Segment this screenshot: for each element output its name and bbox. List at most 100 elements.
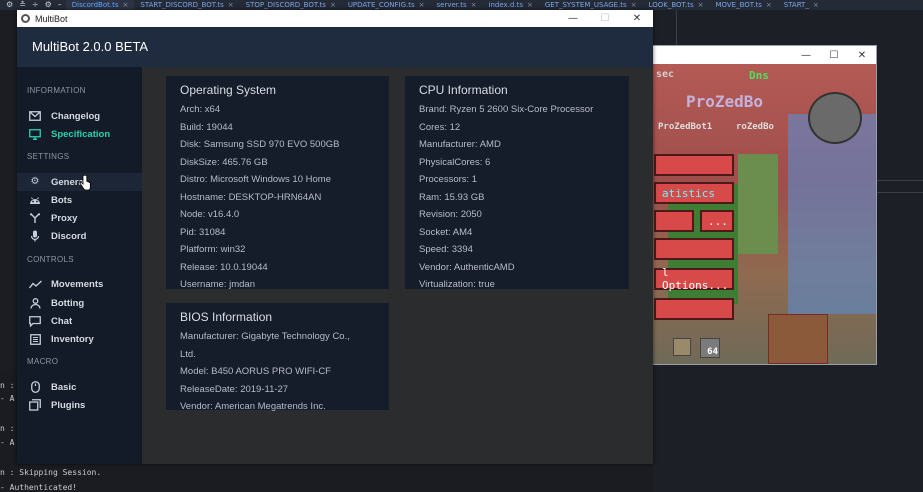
editor-tab[interactable]: UPDATE_CONFIG.ts ×	[342, 0, 431, 10]
sidebar-item-bots[interactable]: Bots	[17, 191, 142, 209]
sidebar-item-label: Inventory	[51, 333, 94, 345]
sidebar-item-label: Discord	[51, 230, 87, 242]
editor-tab-label: LOOK_BOT.ts	[648, 1, 694, 9]
editor-tab[interactable]: LOOK_BOT.ts ×	[643, 0, 710, 10]
sidebar-item-changelog[interactable]: Changelog	[17, 107, 142, 125]
close-icon[interactable]: ×	[698, 0, 704, 10]
chart-line-icon	[28, 278, 42, 290]
list-icon	[28, 333, 42, 345]
info-row: Release: 10.0.19044	[180, 261, 268, 273]
editor-tab[interactable]: index.d.ts ×	[483, 0, 539, 10]
terminal-line: - A	[0, 438, 15, 447]
editor-tab[interactable]: START_ ×	[778, 0, 825, 10]
align-icon[interactable]: ≛	[19, 0, 26, 10]
user-icon	[28, 297, 42, 309]
minecraft-game-view[interactable]: sec Dns ProZedBo ProZedBot1 roZedBo atis…	[618, 64, 876, 364]
maximize-icon[interactable]: ☐	[820, 50, 848, 61]
editor-tab[interactable]: STOP_DISCORD_BOT.ts ×	[240, 0, 342, 10]
editor-tab[interactable]: GET_SYSTEM_USAGE.ts ×	[539, 0, 643, 10]
app-header: MultiBot 2.0.0 BETA	[17, 27, 653, 67]
cpu-card: CPU Information Brand: Ryzen 5 2600 Six-…	[405, 76, 629, 290]
sidebar-item-label: Changelog	[51, 110, 101, 122]
terminal-line: - A	[0, 394, 15, 403]
editor-tab[interactable]: MOVE_BOT.ts ×	[709, 0, 777, 10]
card-title: BIOS Information	[180, 310, 273, 324]
sidebar-item-botting[interactable]: Botting	[17, 294, 142, 312]
sidebar-section-settings: SETTINGS	[27, 152, 70, 161]
sidebar-section-information: INFORMATION	[27, 86, 86, 95]
minimize-icon[interactable]: —	[557, 10, 589, 27]
options-label: l Options...	[662, 266, 729, 292]
multibot-window: MultiBot — ☐ ✕ MultiBot 2.0.0 BETA INFOR…	[17, 10, 653, 464]
mail-icon	[28, 110, 42, 122]
sidebar-item-label: Basic	[51, 381, 77, 393]
gear-icon[interactable]: ⚙	[45, 0, 52, 10]
info-row: Vendor: American Megatrends Inc.	[180, 401, 326, 412]
close-icon[interactable]: ×	[766, 0, 772, 10]
statistics-button[interactable]: atistics	[654, 182, 734, 204]
dash-icon[interactable]: –	[58, 0, 62, 10]
sidebar-item-label: Movements	[51, 278, 104, 290]
settings-icon[interactable]: ⚙	[6, 0, 13, 10]
terminal-line: n :	[0, 424, 15, 433]
terminal-line: - Authenticated!	[0, 483, 78, 492]
info-row: Hostname: DESKTOP-HRN64AN	[180, 191, 322, 203]
sidebar-item-specification[interactable]: Specification	[17, 125, 142, 143]
game-menu-button[interactable]	[654, 154, 734, 176]
sidebar-item-label: Specification	[51, 128, 111, 140]
close-icon[interactable]: ×	[813, 0, 819, 10]
info-row: Virtualization: true	[419, 279, 495, 290]
network-icon	[28, 212, 42, 224]
sidebar-item-chat[interactable]: Chat	[17, 312, 142, 330]
close-icon[interactable]: ×	[419, 0, 425, 10]
minecraft-window[interactable]: — ☐ ✕ sec Dns ProZedBo ProZedBot1 roZedB…	[617, 45, 877, 365]
info-row: Manufacturer: Gigabyte Technology Co.,	[180, 331, 350, 342]
hotbar-slot[interactable]	[673, 338, 691, 356]
info-row: Socket: AM4	[419, 226, 473, 238]
game-menu-button[interactable]	[654, 238, 734, 260]
minecraft-titlebar: — ☐ ✕	[618, 46, 876, 64]
close-icon[interactable]: ×	[123, 0, 129, 10]
sidebar-item-movements[interactable]: Movements	[17, 275, 142, 293]
info-row: Distro: Microsoft Windows 10 Home	[180, 174, 331, 185]
editor-tab[interactable]: server.ts ×	[431, 0, 483, 10]
more-button[interactable]: ...	[700, 210, 734, 232]
close-icon[interactable]: ×	[471, 0, 477, 10]
editor-tab[interactable]: DiscordBot.ts ×	[65, 0, 135, 10]
sidebar-item-label: Botting	[51, 297, 85, 309]
minimize-icon[interactable]: —	[792, 50, 820, 61]
sidebar-item-basic[interactable]: Basic	[17, 378, 142, 396]
gear-icon: ⚙	[30, 176, 40, 187]
player-name-tag: roZedBo	[736, 122, 774, 132]
close-icon[interactable]: ×	[631, 0, 637, 10]
os-card: Operating System Arch: x64 Build: 19044 Di…	[166, 76, 389, 290]
close-icon[interactable]: ✕	[621, 10, 653, 27]
info-row: Revision: 2050	[419, 209, 482, 220]
terminal-line: n : Skipping Session.	[0, 468, 102, 477]
maximize-icon[interactable]: ☐	[589, 10, 621, 27]
close-icon[interactable]: ✕	[848, 50, 876, 61]
sidebar-item-discord[interactable]: Discord	[17, 227, 142, 245]
sidebar-section-macro: MACRO	[27, 357, 59, 366]
editor-tab-label: GET_SYSTEM_USAGE.ts	[544, 1, 627, 9]
game-menu-button[interactable]	[654, 210, 694, 232]
hotbar-slot[interactable]: 64	[700, 338, 720, 358]
game-menu-button[interactable]	[654, 298, 734, 320]
editor-tab-label: index.d.ts	[488, 1, 523, 9]
sidebar-section-controls: CONTROLS	[27, 255, 74, 264]
collapse-icon[interactable]: ÷	[32, 0, 39, 10]
info-row: Ram: 15.93 GB	[419, 191, 485, 203]
sidebar-item-plugins[interactable]: Plugins	[17, 396, 142, 414]
close-icon[interactable]: ×	[330, 0, 336, 10]
sidebar-item-inventory[interactable]: Inventory	[17, 330, 142, 348]
close-icon[interactable]: ×	[527, 0, 533, 10]
card-title: CPU Information	[419, 83, 508, 97]
editor-divider	[876, 192, 923, 193]
game-hud-text: sec	[656, 69, 675, 80]
options-button[interactable]: l Options...	[654, 266, 734, 292]
info-row: Platform: win32	[180, 244, 246, 255]
close-icon[interactable]: ×	[228, 0, 234, 10]
info-row: Processors: 1	[419, 174, 478, 185]
sidebar-item-proxy[interactable]: Proxy	[17, 209, 142, 227]
editor-tab[interactable]: START_DISCORD_BOT.ts ×	[134, 0, 239, 10]
